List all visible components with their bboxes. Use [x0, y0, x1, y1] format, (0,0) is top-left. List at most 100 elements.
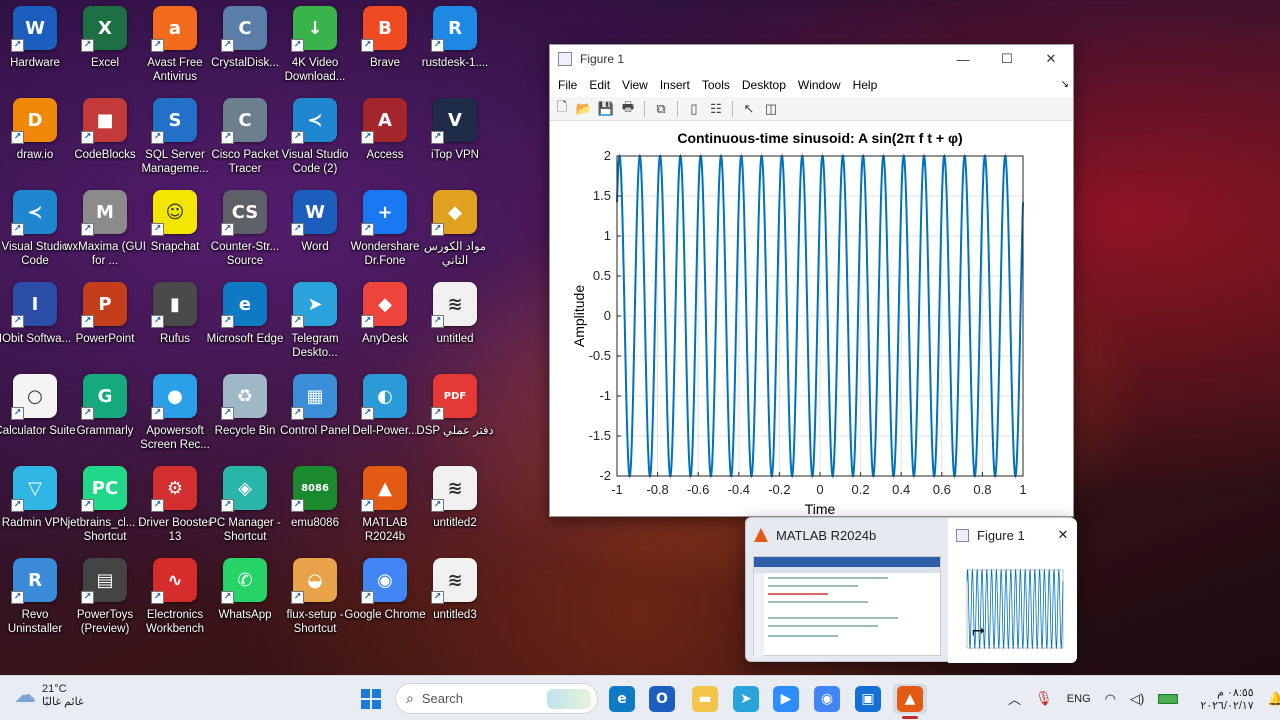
desktop-icon[interactable]: P ↗ PowerPoint	[70, 282, 140, 370]
desktop-icon[interactable]: ○ ↗ Calculator Suite	[0, 374, 76, 462]
dock-arrow-icon[interactable]: ↘	[1061, 73, 1069, 97]
desktop-icon[interactable]: e ↗ Microsoft Edge	[207, 282, 283, 370]
desktop-icon[interactable]: A ↗ Access	[350, 98, 420, 186]
desktop-icon[interactable]: ⚙ ↗ Driver Booster 13	[138, 466, 212, 554]
link-icon[interactable]: ⧉	[651, 99, 671, 119]
desktop-icon[interactable]: ↓ ↗ 4K Video Download...	[280, 6, 350, 94]
desktop-icon[interactable]: ▽ ↗ Radmin VPN	[0, 466, 70, 554]
desktop-icon[interactable]: G ↗ Grammarly	[70, 374, 140, 462]
desktop-icon[interactable]: ✆ ↗ WhatsApp	[210, 558, 280, 646]
preview-matlab[interactable]: MATLAB R2024b	[746, 518, 946, 663]
y-tick-label: -1.5	[589, 428, 611, 443]
clock[interactable]: ٠٨:٥٥ م ٢٠٢٦/٠٢/١٧	[1200, 686, 1253, 712]
menu-edit[interactable]: Edit	[583, 73, 616, 97]
weather-widget[interactable]: ☁ 21°C غائم غالبًا	[14, 682, 84, 708]
desktop-icon[interactable]: ◐ ↗ Dell-Power...	[350, 374, 420, 462]
maximize-icon[interactable]: ☐	[985, 45, 1029, 73]
desktop-icon[interactable]: ▮ ↗ Rufus	[140, 282, 210, 370]
desktop-icon[interactable]: PDF ↗ DSP دفتر عملي	[416, 374, 494, 462]
desktop-icon[interactable]: ■ ↗ CodeBlocks	[70, 98, 140, 186]
desktop-icon[interactable]: ≺ ↗ Visual Studio Code	[0, 190, 70, 278]
desktop-icon[interactable]: R ↗ Revo Uninstaller	[0, 558, 70, 646]
desktop-icon[interactable]: CS ↗ Counter-Str... Source	[210, 190, 280, 278]
desktop-icon[interactable]: W ↗ Word	[280, 190, 350, 278]
desktop-icon[interactable]: ● ↗ Apowersoft Screen Rec...	[140, 374, 210, 462]
desktop-icon[interactable]: + ↗ Wondershare Dr.Fone	[350, 190, 420, 278]
desktop-icon[interactable]: ➤ ↗ Telegram Deskto...	[280, 282, 350, 370]
desktop-icon[interactable]: S ↗ SQL Server Manageme...	[140, 98, 210, 186]
menu-insert[interactable]: Insert	[654, 73, 696, 97]
desktop-icon[interactable]: M ↗ wxMaxima (GUI for ...	[64, 190, 146, 278]
language-indicator[interactable]: ENG	[1067, 693, 1091, 705]
desktop-icon[interactable]: ≋ ↗ untitled	[420, 282, 490, 370]
desktop-icon[interactable]: ◆ ↗ AnyDesk	[350, 282, 420, 370]
menu-help[interactable]: Help	[847, 73, 884, 97]
taskbar-matlab-button[interactable]: ▲	[893, 684, 927, 719]
taskbar-outlook-button[interactable]: O	[647, 684, 677, 714]
menu-tools[interactable]: Tools	[696, 73, 736, 97]
desktop-icon[interactable]: PC ↗ jetbrains_cl... - Shortcut	[68, 466, 142, 554]
search-box[interactable]: ⌕ Search	[395, 683, 598, 714]
shortcut-arrow-icon: ↗	[81, 131, 94, 144]
menu-desktop[interactable]: Desktop	[736, 73, 792, 97]
notification-bell-icon[interactable]: 🔔	[1268, 691, 1280, 707]
desktop-icon[interactable]: ◈ ↗ PC Manager - Shortcut	[209, 466, 281, 554]
pointer-icon[interactable]: ↖	[739, 99, 759, 119]
desktop-icon[interactable]: ▦ ↗ Control Panel	[280, 374, 350, 462]
folder-icon: ◆ ↗	[431, 190, 477, 236]
open-icon[interactable]: 📂	[574, 99, 594, 119]
desktop-icon[interactable]: D ↗ draw.io	[0, 98, 70, 186]
chevron-up-icon[interactable]: ︿	[1008, 689, 1021, 708]
desktop-icon[interactable]: ◆ ↗ مواد الكورس التاني	[420, 190, 490, 278]
close-icon[interactable]: ✕	[1029, 45, 1073, 73]
wifi-icon[interactable]: ◠	[1105, 691, 1116, 707]
taskbar-telegram-button[interactable]: ➤	[731, 684, 761, 714]
desktop-icon[interactable]: R ↗ rustdesk-1....	[420, 6, 490, 94]
figure-icon	[956, 528, 969, 542]
desktop-icon[interactable]: ▤ ↗ PowerToys (Preview)	[70, 558, 140, 646]
menu-window[interactable]: Window	[792, 73, 847, 97]
taskbar-file-explorer-button[interactable]: ▬	[690, 684, 720, 714]
desktop-icon[interactable]: a ↗ Avast Free Antivirus	[140, 6, 210, 94]
preview-figure[interactable]: Figure 1 ✕ ⮣	[948, 518, 1077, 663]
desktop-icon[interactable]: ◉ ↗ Google Chrome	[344, 558, 426, 646]
start-button[interactable]	[356, 684, 386, 714]
preview-close-icon[interactable]: ✕	[1049, 527, 1077, 543]
menu-file[interactable]: File	[552, 73, 583, 97]
colorbar-icon[interactable]: ▯	[684, 99, 704, 119]
taskbar-chrome-button[interactable]: ◉	[812, 684, 842, 714]
new-figure-icon[interactable]: 🗋	[552, 99, 572, 119]
plot-tools-icon[interactable]: ◫	[761, 99, 781, 119]
desktop-icon[interactable]: ◒ ↗ flux-setup - Shortcut	[280, 558, 350, 646]
minimize-icon[interactable]: —	[941, 45, 985, 73]
desktop-icon[interactable]: ≺ ↗ Visual Studio Code (2)	[280, 98, 350, 186]
desktop-icon[interactable]: ≋ ↗ untitled2	[420, 466, 490, 554]
desktop-icon[interactable]: ▲ ↗ MATLAB R2024b	[350, 466, 420, 554]
legend-icon[interactable]: ☷	[706, 99, 726, 119]
plot-area[interactable]: Continuous-time sinusoid: A sin(2π f t +…	[550, 121, 1073, 515]
figure-titlebar[interactable]: Figure 1 — ☐ ✕	[550, 45, 1073, 73]
control-panel-icon: ▦ ↗	[291, 374, 337, 420]
desktop-icon[interactable]: B ↗ Brave	[350, 6, 420, 94]
desktop-icon[interactable]: V ↗ iTop VPN	[420, 98, 490, 186]
volume-icon[interactable]: ◁)	[1130, 691, 1144, 707]
print-icon[interactable]: 🖶	[618, 99, 638, 119]
desktop-icon[interactable]: I ↗ IObit Softwa...	[0, 282, 71, 370]
desktop-icon[interactable]: ∿ ↗ Electronics Workbench	[140, 558, 210, 646]
taskbar-edge-button[interactable]: e	[607, 684, 637, 714]
desktop-icon[interactable]: X ↗ Excel	[70, 6, 140, 94]
menu-view[interactable]: View	[616, 73, 654, 97]
taskbar-store-button[interactable]: ▣	[853, 684, 883, 714]
taskbar-zoom-button[interactable]: ▶	[771, 684, 801, 714]
desktop-icon[interactable]: ☺ ↗ Snapchat	[140, 190, 210, 278]
desktop-icon[interactable]: W ↗ Hardware	[0, 6, 70, 94]
save-icon[interactable]: 💾	[596, 99, 616, 119]
microphone-icon[interactable]: 🎙	[1035, 690, 1053, 707]
figure-toolbar: 🗋 📂 💾 🖶 ⧉ ▯ ☷ ↖ ◫	[550, 97, 1073, 121]
desktop-icon[interactable]: ≋ ↗ untitled3	[420, 558, 490, 646]
desktop-icon[interactable]: C ↗ Cisco Packet Tracer	[210, 98, 280, 186]
battery-icon[interactable]	[1158, 693, 1179, 704]
desktop-icon[interactable]: 8086 ↗ emu8086	[280, 466, 350, 554]
desktop-icon[interactable]: ♻ ↗ Recycle Bin	[210, 374, 280, 462]
desktop-icon[interactable]: C ↗ CrystalDisk...	[210, 6, 280, 94]
